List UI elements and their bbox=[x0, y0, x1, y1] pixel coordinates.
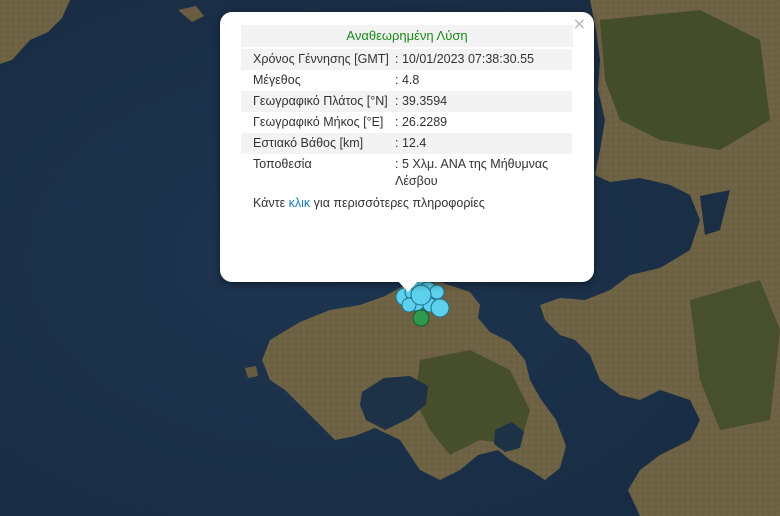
detail-row: Μέγεθος : 4.8 bbox=[241, 70, 572, 91]
popup-pointer bbox=[397, 280, 419, 292]
detail-row: Γεωγραφικό Πλάτος [°N] : 39.3594 bbox=[241, 91, 572, 112]
earthquake-marker-main[interactable] bbox=[412, 309, 430, 327]
detail-value: : 39.3594 bbox=[395, 94, 448, 108]
detail-label: Μέγεθος bbox=[253, 73, 301, 87]
detail-label: Γεωγραφικό Μήκος [°E] bbox=[253, 115, 384, 129]
popup-title: Αναθεωρημένη Λύση bbox=[241, 25, 573, 47]
close-icon[interactable]: × bbox=[573, 15, 586, 33]
more-info-link[interactable]: κλικ bbox=[289, 196, 311, 210]
detail-label: Τοποθεσία bbox=[253, 157, 312, 171]
detail-row: Εστιακό Βάθος [km] : 12.4 bbox=[241, 133, 572, 154]
detail-value: : 5 Χλμ. ΑΝΑ της Μήθυμνας Λέσβου bbox=[395, 157, 549, 188]
more-info-suffix: για περισσότερες πληροφορίες bbox=[313, 196, 485, 210]
more-info-line: Κάντε κλικ για περισσότερες πληροφορίες bbox=[241, 192, 573, 210]
earthquake-details-table: Χρόνος Γέννησης [GMT] : 10/01/2023 07:38:… bbox=[241, 49, 572, 192]
detail-label: Εστιακό Βάθος [km] bbox=[253, 136, 364, 150]
detail-label: Χρόνος Γέννησης [GMT] bbox=[253, 52, 389, 66]
detail-row: Χρόνος Γέννησης [GMT] : 10/01/2023 07:38:… bbox=[241, 49, 572, 70]
earthquake-popup: × Αναθεωρημένη Λύση Χρόνος Γέννησης [GMT… bbox=[220, 12, 594, 282]
more-info-prefix: Κάντε bbox=[253, 196, 286, 210]
detail-label: Γεωγραφικό Πλάτος [°N] bbox=[253, 94, 388, 108]
detail-value: : 12.4 bbox=[395, 136, 427, 150]
detail-row: Τοποθεσία : 5 Χλμ. ΑΝΑ της Μήθυμνας Λέσβο… bbox=[241, 154, 572, 192]
detail-row: Γεωγραφικό Μήκος [°E] : 26.2289 bbox=[241, 112, 572, 133]
earthquake-marker[interactable] bbox=[429, 284, 445, 300]
detail-value: : 26.2289 bbox=[395, 115, 448, 129]
earthquake-marker[interactable] bbox=[430, 298, 450, 318]
detail-value: : 10/01/2023 07:38:30.55 bbox=[395, 52, 535, 66]
detail-value: : 4.8 bbox=[395, 73, 420, 87]
